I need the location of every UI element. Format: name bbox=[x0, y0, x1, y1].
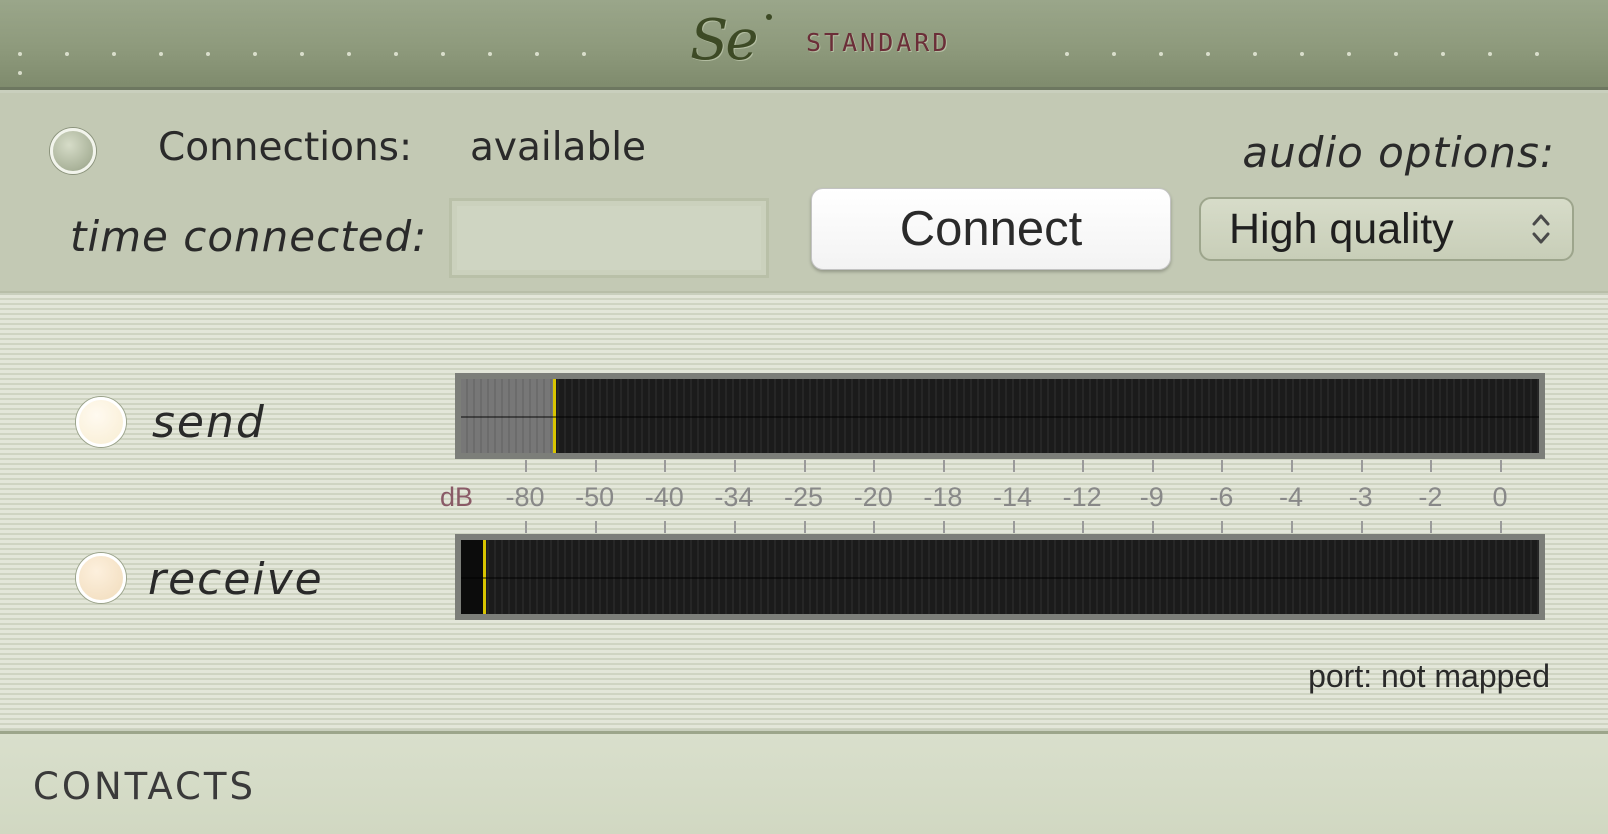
receive-label: receive bbox=[148, 554, 324, 605]
scale-tick-top bbox=[1151, 460, 1154, 472]
connection-status-led-icon bbox=[50, 128, 96, 174]
send-indicator-icon bbox=[76, 397, 126, 447]
scale-label: -2 bbox=[1418, 482, 1443, 512]
scale-tick-bottom bbox=[1082, 521, 1085, 533]
audio-quality-select[interactable]: High quality bbox=[1199, 197, 1574, 261]
scale-tick-top bbox=[942, 460, 945, 472]
scale-label: -18 bbox=[923, 482, 963, 512]
scale-tick-top bbox=[873, 460, 876, 472]
connections-label: Connections: bbox=[158, 125, 413, 170]
chevron-updown-icon bbox=[1532, 214, 1550, 244]
port-status: port: not mapped bbox=[1308, 658, 1550, 694]
scale-label: -14 bbox=[992, 482, 1033, 512]
contacts-label: CONTACTS bbox=[33, 765, 256, 808]
scale-tick-bottom bbox=[594, 521, 597, 533]
scale-label: -12 bbox=[1062, 482, 1102, 512]
scale-tick-bottom bbox=[1221, 521, 1224, 533]
scale-tick-top bbox=[1430, 460, 1433, 472]
scale-tick-bottom bbox=[873, 521, 876, 533]
scale-tick-bottom bbox=[525, 521, 527, 533]
time-connected-field bbox=[449, 198, 769, 278]
scale-label: 0 bbox=[1492, 482, 1508, 512]
scale-tick-top bbox=[525, 460, 527, 472]
receive-meter-fill bbox=[461, 540, 483, 614]
scale-label: -3 bbox=[1348, 482, 1373, 512]
scale-tick-top bbox=[1291, 460, 1294, 472]
scale-label: -25 bbox=[784, 482, 824, 512]
scale-tick-top bbox=[1082, 460, 1085, 472]
connections-status: available bbox=[470, 125, 647, 170]
scale-tick-top bbox=[1012, 460, 1015, 472]
scale-tick-bottom bbox=[1430, 521, 1433, 533]
receive-meter-peak bbox=[482, 540, 486, 614]
connect-button[interactable]: Connect bbox=[811, 188, 1171, 270]
send-meter-fill bbox=[461, 379, 553, 453]
app-logo: Se bbox=[690, 6, 782, 76]
scale-label: -6 bbox=[1209, 482, 1234, 512]
scale-tick-top bbox=[733, 460, 736, 472]
scale-label: -80 bbox=[505, 482, 545, 512]
scale-label: -40 bbox=[644, 482, 684, 512]
send-meter-track bbox=[461, 379, 1539, 453]
scale-tick-bottom bbox=[733, 521, 736, 533]
logo-spark-icon bbox=[766, 14, 772, 20]
scale-tick-top bbox=[1500, 460, 1502, 472]
receive-meter-track bbox=[461, 540, 1539, 614]
time-connected-label: time connected: bbox=[70, 212, 428, 261]
title-dots-right bbox=[1065, 41, 1595, 56]
scale-tick-top bbox=[664, 460, 667, 472]
edition-label: STANDARD bbox=[806, 28, 951, 57]
receive-indicator-icon bbox=[76, 553, 126, 603]
scale-label: -4 bbox=[1279, 482, 1304, 512]
scale-label: -50 bbox=[575, 482, 615, 512]
title-bar: Se STANDARD bbox=[0, 0, 1608, 90]
scale-tick-top bbox=[1221, 460, 1224, 472]
scale-label: -20 bbox=[853, 482, 893, 512]
audio-options-label: audio options: bbox=[1242, 128, 1555, 177]
scale-tick-top bbox=[594, 460, 597, 472]
send-meter-peak bbox=[552, 379, 556, 453]
scale-tick-bottom bbox=[803, 521, 806, 533]
scale-tick-bottom bbox=[1151, 521, 1154, 533]
scale-tick-bottom bbox=[1500, 521, 1502, 533]
audio-quality-value: High quality bbox=[1229, 205, 1454, 253]
receive-level-meter bbox=[455, 534, 1545, 620]
scale-tick-bottom bbox=[1012, 521, 1015, 533]
title-dots-left bbox=[18, 41, 658, 75]
scale-tick-bottom bbox=[1291, 521, 1294, 533]
scale-label: -34 bbox=[714, 482, 754, 512]
scale-tick-bottom bbox=[942, 521, 945, 533]
send-level-meter bbox=[455, 373, 1545, 459]
scale-tick-top bbox=[1360, 460, 1363, 472]
meter-scale-ticks-top bbox=[455, 460, 1545, 472]
scale-tick-top bbox=[803, 460, 806, 472]
scale-label: -9 bbox=[1139, 482, 1164, 512]
scale-tick-bottom bbox=[1360, 521, 1363, 533]
send-label: send bbox=[152, 397, 266, 448]
logo-mark: Se bbox=[690, 8, 758, 73]
scale-tick-bottom bbox=[664, 521, 667, 533]
meter-scale-unit: dB bbox=[440, 482, 474, 512]
meter-scale-ticks-bottom bbox=[455, 521, 1545, 533]
